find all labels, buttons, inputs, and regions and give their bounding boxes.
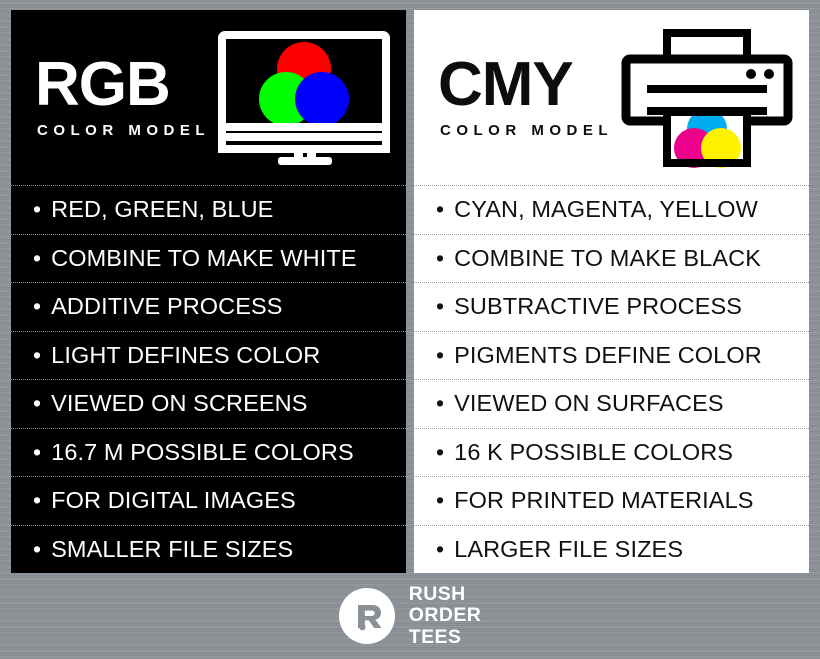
page-title-cmy: CMY (438, 49, 574, 119)
list-item: • VIEWED ON SURFACES (414, 379, 809, 428)
panel-rgb-header: RGB COLOR MODEL (11, 10, 406, 185)
list-item: • COMBINE TO MAKE WHITE (11, 233, 406, 283)
list-item: • ADDITIVE PROCESS (11, 282, 406, 331)
bullet-icon: • (436, 293, 445, 320)
list-item-label: PIGMENTS DEFINE COLOR (454, 341, 762, 368)
page-title-rgb: RGB (35, 49, 171, 119)
list-item-label: SMALLER FILE SIZES (51, 535, 294, 562)
panel-rgb-list: • RED, GREEN, BLUE • COMBINE TO MAKE WHI… (11, 185, 406, 573)
list-item-label: ADDITIVE PROCESS (51, 293, 283, 320)
list-item-label: 16 K POSSIBLE COLORS (454, 438, 734, 465)
list-item-label: LIGHT DEFINES COLOR (51, 341, 321, 368)
rushordertees-logo[interactable]: RUSH ORDER TEES (338, 584, 481, 647)
subtitle-cmy: COLOR MODEL (440, 122, 613, 140)
list-item-label: 16.7 M POSSIBLE COLORS (51, 438, 354, 465)
list-item: • CYAN, MAGENTA, YELLOW (414, 185, 809, 234)
list-item-label: VIEWED ON SURFACES (454, 390, 724, 417)
bullet-icon: • (33, 438, 42, 465)
list-item: • RED, GREEN, BLUE (11, 185, 406, 234)
bullet-icon: • (436, 487, 445, 514)
panel-cmy-list: • CYAN, MAGENTA, YELLOW • COMBINE TO MAK… (414, 185, 809, 573)
bullet-icon: • (33, 390, 42, 417)
list-item: • 16 K POSSIBLE COLORS (414, 427, 809, 477)
list-item-label: COMBINE TO MAKE BLACK (454, 244, 761, 271)
panel-cmy-title-block: CMY COLOR MODEL (438, 49, 613, 140)
bullet-icon: • (33, 535, 42, 562)
list-item: • LARGER FILE SIZES (414, 524, 809, 574)
bullet-icon: • (436, 390, 445, 417)
list-item-label: VIEWED ON SCREENS (51, 390, 308, 417)
list-item: • FOR PRINTED MATERIALS (414, 476, 809, 525)
list-item: • LIGHT DEFINES COLOR (11, 330, 406, 380)
logo-line-1: RUSH (408, 583, 466, 606)
list-item: • 16.7 M POSSIBLE COLORS (11, 427, 406, 477)
panel-cmy-header: CMY COLOR MODEL (414, 10, 809, 185)
footer-branding: RUSH ORDER TEES (0, 573, 820, 659)
bullet-icon: • (436, 341, 445, 368)
list-item: • SUBTRACTIVE PROCESS (414, 282, 809, 331)
list-item-label: SUBTRACTIVE PROCESS (454, 293, 743, 320)
list-item-label: FOR PRINTED MATERIALS (454, 487, 754, 514)
bullet-icon: • (33, 487, 42, 514)
list-item-label: COMBINE TO MAKE WHITE (51, 244, 357, 271)
list-item-label: CYAN, MAGENTA, YELLOW (454, 196, 758, 223)
list-item: • COMBINE TO MAKE BLACK (414, 233, 809, 283)
bullet-icon: • (33, 196, 42, 223)
panel-rgb-title-block: RGB COLOR MODEL (35, 49, 210, 140)
printer-cmy-venn-icon (621, 28, 793, 168)
comparison-panels: RGB COLOR MODEL • RED, GREEN, BLUE • COM… (0, 0, 820, 573)
bullet-icon: • (436, 244, 445, 271)
list-item: • FOR DIGITAL IMAGES (11, 476, 406, 525)
list-item-label: RED, GREEN, BLUE (51, 196, 274, 223)
bullet-icon: • (436, 196, 445, 223)
bullet-icon: • (33, 293, 42, 320)
infographic-root: RGB COLOR MODEL • RED, GREEN, BLUE • COM… (0, 0, 820, 659)
bullet-icon: • (33, 244, 42, 271)
rushordertees-wordmark: RUSH ORDER TEES (409, 584, 481, 647)
panel-rgb: RGB COLOR MODEL • RED, GREEN, BLUE • COM… (11, 10, 406, 573)
bullet-icon: • (436, 535, 445, 562)
list-item: • SMALLER FILE SIZES (11, 524, 406, 574)
list-item-label: FOR DIGITAL IMAGES (51, 487, 296, 514)
rushordertees-r-monogram-icon (338, 587, 395, 644)
list-item: • PIGMENTS DEFINE COLOR (414, 330, 809, 380)
logo-line-3: TEES (408, 625, 462, 648)
bullet-icon: • (436, 438, 445, 465)
bullet-icon: • (33, 341, 42, 368)
subtitle-rgb: COLOR MODEL (37, 122, 210, 140)
logo-line-2: ORDER (408, 604, 482, 627)
list-item-label: LARGER FILE SIZES (454, 535, 684, 562)
panel-cmy: CMY COLOR MODEL • CYAN, MAGENTA, YELLOW … (414, 10, 809, 573)
monitor-rgb-venn-icon (218, 30, 390, 165)
list-item: • VIEWED ON SCREENS (11, 379, 406, 428)
